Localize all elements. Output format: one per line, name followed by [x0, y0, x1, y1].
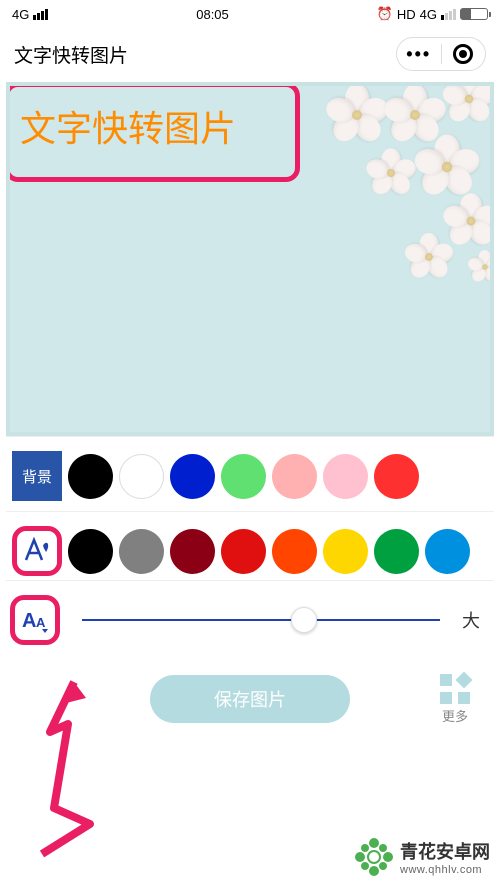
- font-size-button[interactable]: A A: [10, 595, 60, 645]
- status-bar: 4G 08:05 ⏰ HD 4G: [0, 0, 500, 28]
- menu-button[interactable]: •••: [397, 44, 441, 65]
- bg-color-swatch[interactable]: [323, 454, 368, 499]
- preview-canvas[interactable]: 文字快转图片: [6, 82, 494, 436]
- watermark-logo-icon: [352, 835, 396, 879]
- font-color-swatch[interactable]: [374, 529, 419, 574]
- size-slider[interactable]: [82, 619, 440, 621]
- controls-panel: 背景 A A 大 保存图片 更多: [0, 436, 500, 743]
- dots-icon: •••: [406, 44, 431, 65]
- status-left: 4G: [12, 7, 48, 22]
- flower-decoration: [468, 250, 494, 284]
- flower-decoration: [414, 134, 479, 199]
- bg-color-swatch[interactable]: [374, 454, 419, 499]
- font-color-swatch[interactable]: [272, 529, 317, 574]
- font-color-swatch[interactable]: [425, 529, 470, 574]
- background-color-row: 背景: [6, 436, 494, 511]
- font-color-strip[interactable]: [68, 529, 488, 574]
- status-time: 08:05: [196, 7, 229, 22]
- size-big-label: 大: [462, 607, 480, 633]
- font-color-swatch[interactable]: [68, 529, 113, 574]
- flower-decoration: [443, 82, 494, 125]
- font-size-icon: A A: [18, 603, 52, 637]
- signal-icon: [33, 9, 48, 20]
- more-label: 更多: [442, 706, 468, 725]
- bg-color-swatch[interactable]: [221, 454, 266, 499]
- signal-icon-2: [441, 9, 456, 20]
- font-color-swatch[interactable]: [119, 529, 164, 574]
- font-color-row: [6, 511, 494, 586]
- nav-bar: 文字快转图片 •••: [0, 28, 500, 80]
- close-button[interactable]: [442, 44, 486, 64]
- watermark-url: www.qhhlv.com: [400, 864, 490, 876]
- network-label: 4G: [12, 7, 29, 22]
- font-size-row: A A 大: [6, 580, 494, 655]
- font-color-swatch[interactable]: [323, 529, 368, 574]
- network2-label: 4G: [420, 7, 437, 22]
- font-color-icon: [20, 534, 54, 568]
- bg-color-swatch[interactable]: [170, 454, 215, 499]
- svg-text:A: A: [36, 615, 46, 630]
- hd-label: HD: [397, 7, 416, 22]
- watermark: 青花安卓网 www.qhhlv.com: [352, 835, 490, 879]
- bg-color-strip[interactable]: [68, 454, 488, 499]
- more-button[interactable]: 更多: [440, 674, 470, 725]
- target-icon: [453, 44, 473, 64]
- bg-color-swatch[interactable]: [68, 454, 113, 499]
- flower-decoration: [405, 233, 453, 281]
- flower-decoration: [326, 84, 388, 146]
- flower-decoration: [366, 148, 416, 198]
- status-right: ⏰ HD 4G: [377, 6, 488, 22]
- bg-label: 背景: [12, 451, 62, 501]
- action-row: 保存图片 更多: [6, 655, 494, 743]
- font-color-swatch[interactable]: [170, 529, 215, 574]
- slider-thumb[interactable]: [291, 607, 317, 633]
- more-icon: [440, 674, 470, 704]
- nav-capsule: •••: [396, 37, 486, 71]
- page-title: 文字快转图片: [14, 41, 128, 68]
- font-color-swatch[interactable]: [221, 529, 266, 574]
- save-button[interactable]: 保存图片: [150, 675, 350, 723]
- font-color-button[interactable]: [12, 526, 62, 576]
- bg-color-swatch[interactable]: [119, 454, 164, 499]
- annotation-highlight: [6, 82, 300, 182]
- svg-text:A: A: [22, 610, 36, 632]
- alarm-icon: ⏰: [377, 6, 393, 22]
- watermark-title: 青花安卓网: [400, 838, 490, 864]
- bg-color-swatch[interactable]: [272, 454, 317, 499]
- battery-icon: [460, 8, 488, 20]
